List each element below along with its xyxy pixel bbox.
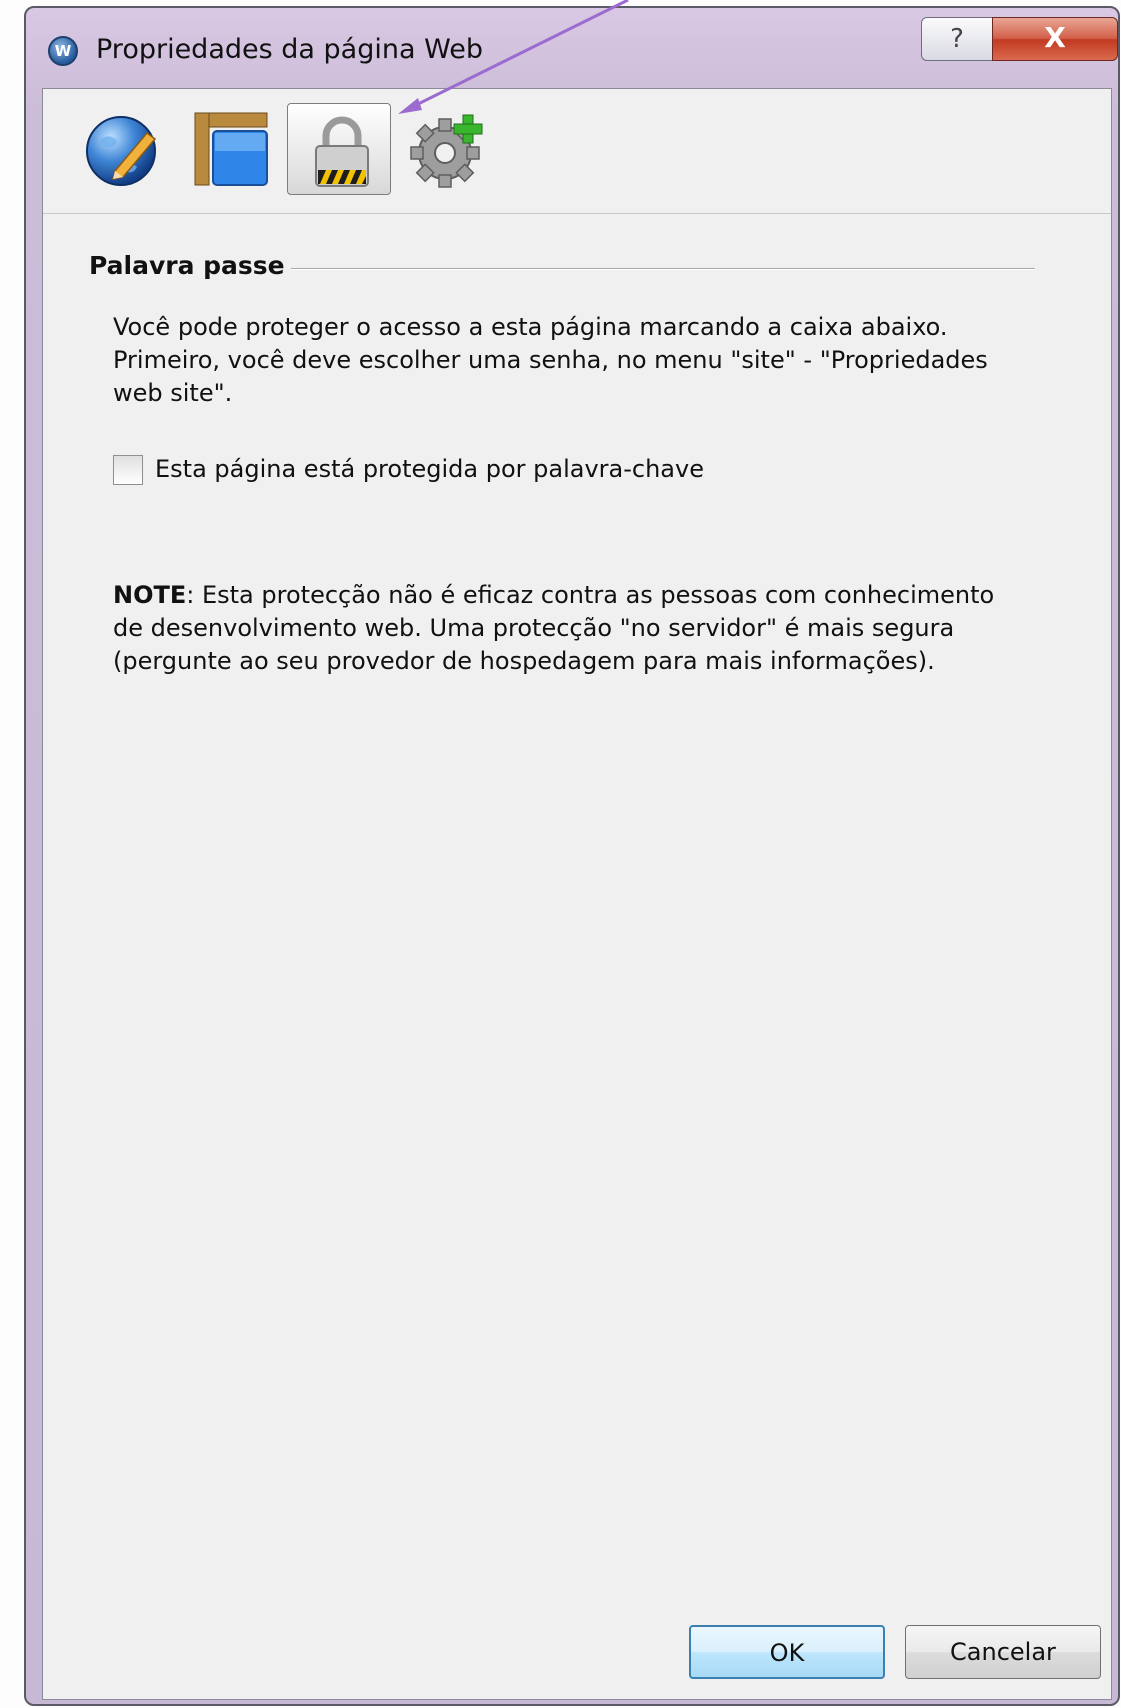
dialog-content: Palavra passe Você pode proteger o acess… xyxy=(42,88,1112,1700)
password-protect-checkbox[interactable] xyxy=(113,455,143,485)
cancel-button[interactable]: Cancelar xyxy=(905,1625,1101,1679)
app-icon: W xyxy=(48,36,78,66)
password-protect-label[interactable]: Esta página está protegida por palavra-c… xyxy=(155,453,704,486)
close-button[interactable]: X xyxy=(992,17,1118,61)
help-button[interactable]: ? xyxy=(921,17,993,61)
page-layout-icon xyxy=(194,112,268,186)
title-bar[interactable]: W Propriedades da página Web ? X xyxy=(26,8,1118,88)
window-title: Propriedades da página Web xyxy=(96,34,483,65)
tab-general[interactable] xyxy=(69,103,173,195)
properties-toolbar xyxy=(43,89,1111,214)
note-body: : Esta protecção não é eficaz contra as … xyxy=(113,581,995,675)
description-text: Você pode proteger o acesso a esta págin… xyxy=(113,313,988,407)
tab-layout[interactable] xyxy=(177,103,281,195)
note-label: NOTE xyxy=(113,581,187,609)
gear-plus-icon xyxy=(410,114,483,188)
dialog-window: W Propriedades da página Web ? X Palavra… xyxy=(24,6,1120,1706)
padlock-icon xyxy=(315,116,369,187)
globe-pencil-icon xyxy=(86,116,157,186)
ok-button[interactable]: OK xyxy=(689,1625,885,1679)
section-title: Palavra passe xyxy=(89,251,291,280)
note-text: NOTE: Esta protecção não é eficaz contra… xyxy=(113,579,1013,678)
tab-password[interactable] xyxy=(287,103,391,195)
tab-advanced[interactable] xyxy=(395,103,499,195)
